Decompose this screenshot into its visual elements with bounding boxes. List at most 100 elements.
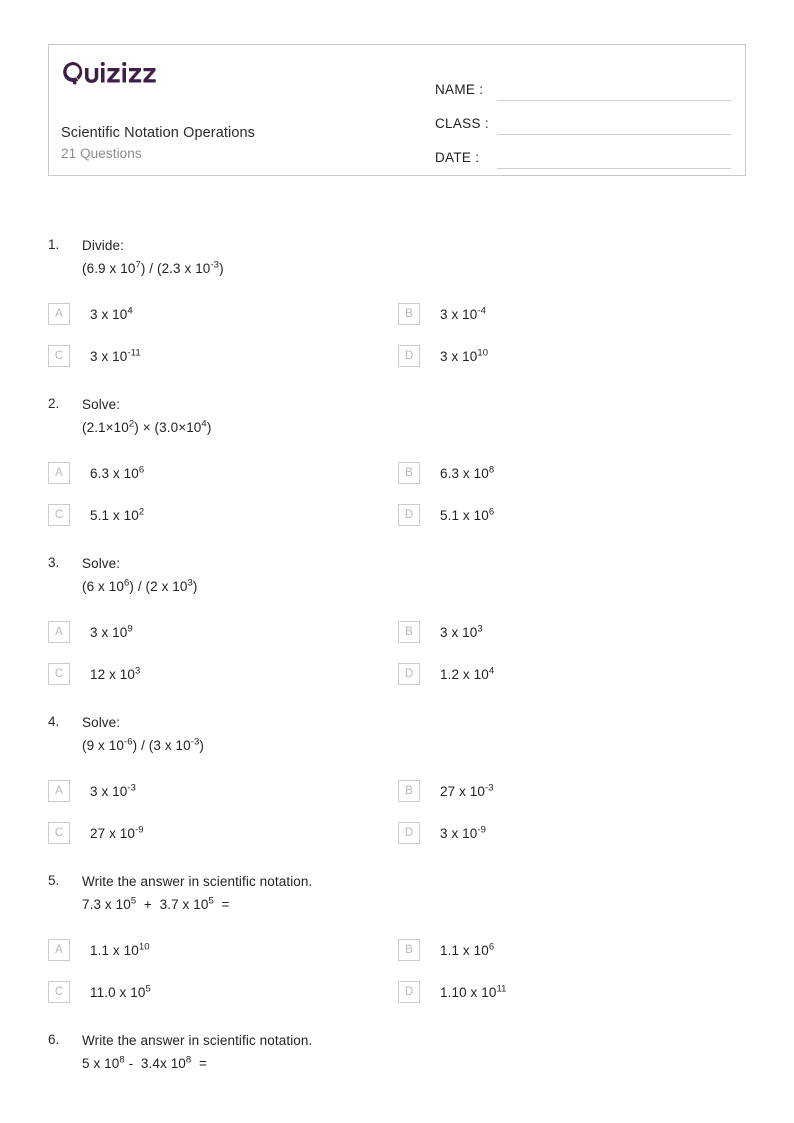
- name-field-row: NAME :: [435, 67, 731, 101]
- exponent: 2: [138, 506, 145, 517]
- question-block: 5. Write the answer in scientific notatio…: [0, 872, 794, 1013]
- question-prompt: Solve:: [82, 556, 121, 571]
- exponent: 5: [130, 895, 137, 907]
- exponent: 6: [123, 577, 130, 589]
- question-body: Solve: (6 x 106) / (2 x 103): [82, 554, 746, 597]
- option-letter-box[interactable]: C: [48, 504, 70, 526]
- answer-option-c[interactable]: C 12 x 103: [48, 653, 398, 695]
- question-expression: (6 x 106) / (2 x 103): [82, 577, 198, 594]
- option-letter-box[interactable]: B: [398, 462, 420, 484]
- name-input[interactable]: [497, 79, 731, 101]
- option-letter-box[interactable]: C: [48, 822, 70, 844]
- exponent: -4: [477, 305, 487, 316]
- option-letter-box[interactable]: B: [398, 780, 420, 802]
- answer-option-c[interactable]: C 27 x 10-9: [48, 812, 398, 854]
- option-text: 1.10 x 1011: [440, 983, 507, 1000]
- option-text: 3 x 109: [90, 623, 133, 640]
- question-expression: (6.9 x 107) / (2.3 x 10-3): [82, 259, 224, 276]
- answer-option-a[interactable]: A 3 x 10-3: [48, 770, 398, 812]
- answer-option-d[interactable]: D 1.10 x 1011: [398, 971, 748, 1013]
- option-letter-box[interactable]: D: [398, 981, 420, 1003]
- question-number: 3.: [48, 555, 60, 570]
- question-head: 2. Solve: (2.1×102) × (3.0×104): [48, 395, 746, 438]
- answer-option-a[interactable]: A 1.1 x 1010: [48, 929, 398, 971]
- option-letter-box[interactable]: C: [48, 345, 70, 367]
- exponent: 6: [488, 506, 495, 517]
- answer-options: A 3 x 109 B 3 x 103 C 12 x 103 D 1.2 x 104: [48, 611, 746, 695]
- option-letter-box[interactable]: B: [398, 939, 420, 961]
- option-letter-box[interactable]: A: [48, 462, 70, 484]
- exponent: -3: [484, 782, 494, 793]
- answer-option-b[interactable]: B 3 x 10-4: [398, 293, 748, 335]
- answer-option-a[interactable]: A 6.3 x 106: [48, 452, 398, 494]
- answer-option-d[interactable]: D 5.1 x 106: [398, 494, 748, 536]
- option-text: 1.1 x 106: [440, 941, 495, 958]
- option-text: 12 x 103: [90, 665, 141, 682]
- exponent: 11: [496, 983, 507, 994]
- question-block: 2. Solve: (2.1×102) × (3.0×104) A 6.3 x 106 B…: [0, 395, 794, 536]
- option-text: 1.1 x 1010: [90, 941, 150, 958]
- option-letter-box[interactable]: B: [398, 303, 420, 325]
- option-text: 3 x 10-3: [90, 782, 137, 799]
- option-letter-box[interactable]: A: [48, 939, 70, 961]
- question-block: 6. Write the answer in scientific notatio…: [0, 1031, 794, 1074]
- worksheet-title: Scientific Notation Operations: [61, 125, 256, 141]
- question-block: 1. Divide: (6.9 x 107) / (2.3 x 10-3) A 3 x …: [0, 236, 794, 377]
- exponent: 4: [201, 418, 207, 430]
- question-body: Write the answer in scientific notation.…: [82, 1031, 746, 1074]
- exponent: 5: [145, 983, 151, 994]
- option-text: 6.3 x 106: [90, 464, 145, 481]
- option-letter-box[interactable]: A: [48, 303, 70, 325]
- question-prompt: Divide:: [82, 238, 124, 253]
- option-letter-box[interactable]: D: [398, 345, 420, 367]
- exponent: 4: [488, 665, 495, 676]
- question-expression: 5 x 108 - 3.4x 108 =: [82, 1054, 207, 1071]
- question-number: 5.: [48, 873, 60, 888]
- answer-options: A 6.3 x 106 B 6.3 x 108 C 5.1 x 102 D 5.1 x 106: [48, 452, 746, 536]
- answer-option-c[interactable]: C 3 x 10-11: [48, 335, 398, 377]
- question-prompt: Write the answer in scientific notation.: [82, 874, 313, 889]
- option-text: 6.3 x 108: [440, 464, 495, 481]
- exponent: 10: [138, 941, 150, 952]
- exponent: 3: [477, 623, 483, 634]
- option-letter-box[interactable]: A: [48, 621, 70, 643]
- answer-option-d[interactable]: D 1.2 x 104: [398, 653, 748, 695]
- answer-option-d[interactable]: D 3 x 1010: [398, 335, 748, 377]
- exponent: -6: [123, 736, 133, 748]
- exponent: 8: [488, 464, 495, 475]
- date-input[interactable]: [497, 147, 731, 169]
- exponent: 8: [185, 1054, 192, 1066]
- exponent: -11: [127, 347, 141, 358]
- answer-option-b[interactable]: B 1.1 x 106: [398, 929, 748, 971]
- date-field-row: DATE :: [435, 135, 731, 169]
- answer-option-c[interactable]: C 5.1 x 102: [48, 494, 398, 536]
- option-text: 27 x 10-3: [440, 782, 494, 799]
- option-letter-box[interactable]: C: [48, 663, 70, 685]
- class-input[interactable]: [497, 113, 731, 135]
- worksheet-question-count: 21 Questions: [61, 146, 142, 161]
- option-letter-box[interactable]: B: [398, 621, 420, 643]
- answer-option-c[interactable]: C 11.0 x 105: [48, 971, 398, 1013]
- option-letter-box[interactable]: A: [48, 780, 70, 802]
- option-letter-box[interactable]: C: [48, 981, 70, 1003]
- question-number: 1.: [48, 237, 60, 252]
- answer-option-a[interactable]: A 3 x 104: [48, 293, 398, 335]
- question-prompt: Write the answer in scientific notation.: [82, 1033, 313, 1048]
- option-letter-box[interactable]: D: [398, 504, 420, 526]
- student-info-fields: NAME : CLASS : DATE :: [421, 45, 745, 175]
- option-letter-box[interactable]: D: [398, 663, 420, 685]
- answer-option-b[interactable]: B 6.3 x 108: [398, 452, 748, 494]
- exponent: 8: [119, 1054, 125, 1066]
- answer-option-a[interactable]: A 3 x 109: [48, 611, 398, 653]
- answer-option-b[interactable]: B 3 x 103: [398, 611, 748, 653]
- answer-options: A 1.1 x 1010 B 1.1 x 106 C 11.0 x 105 D 1.10 x …: [48, 929, 746, 1013]
- question-prompt: Solve:: [82, 397, 121, 412]
- option-letter-box[interactable]: D: [398, 822, 420, 844]
- answer-option-d[interactable]: D 3 x 10-9: [398, 812, 748, 854]
- header-left-section: Scientific Notation Operations 21 Questi…: [49, 45, 421, 175]
- question-body: Solve: (2.1×102) × (3.0×104): [82, 395, 746, 438]
- answer-options: A 3 x 104 B 3 x 10-4 C 3 x 10-11 D 3 x 1010: [48, 293, 746, 377]
- worksheet-header-card: Scientific Notation Operations 21 Questi…: [48, 44, 746, 176]
- answer-option-b[interactable]: B 27 x 10-3: [398, 770, 748, 812]
- exponent: -3: [210, 259, 220, 271]
